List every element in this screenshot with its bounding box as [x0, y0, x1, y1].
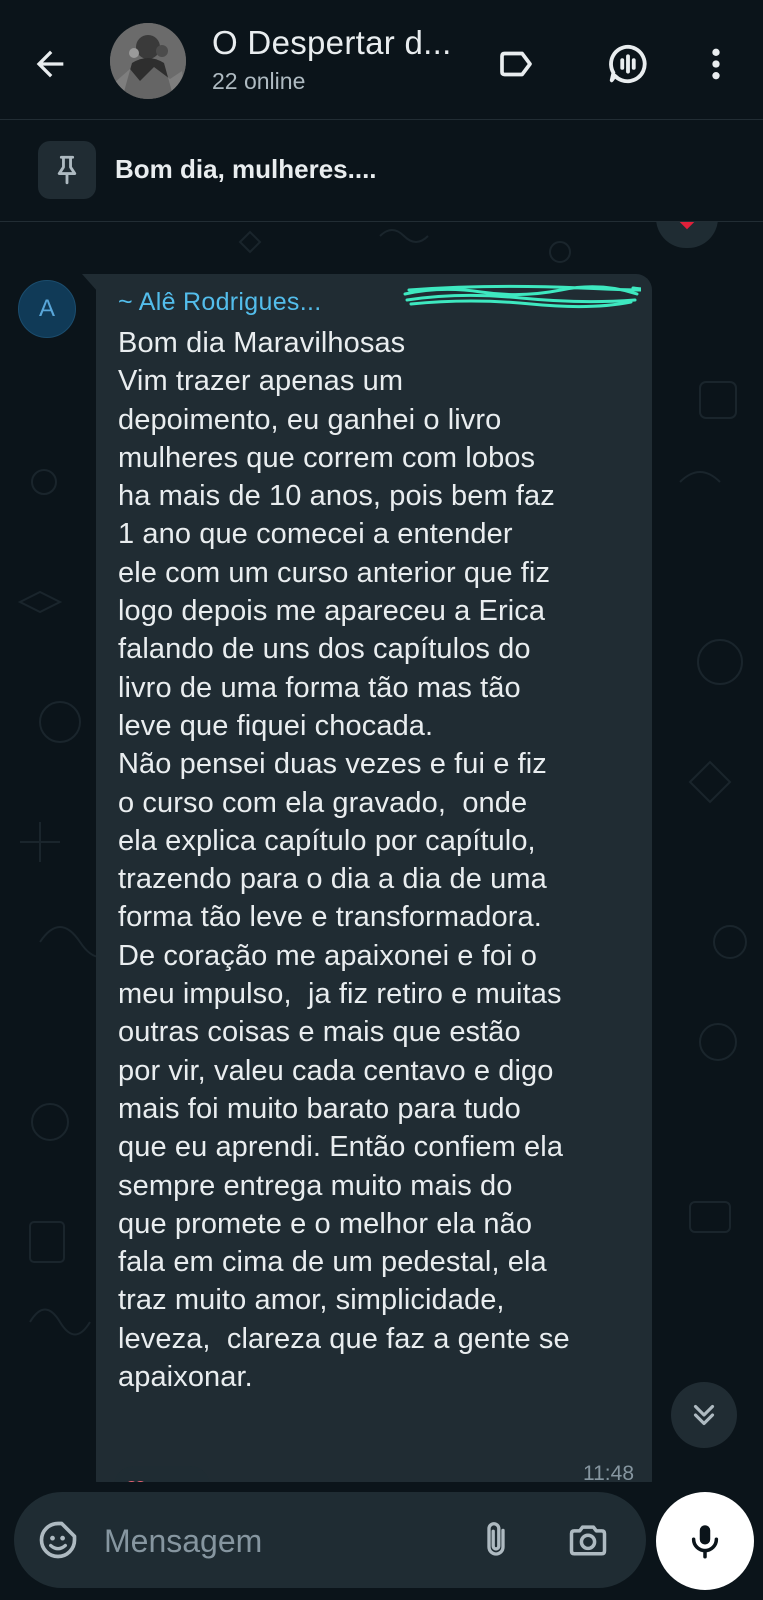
double-chevron-down-icon — [693, 1404, 715, 1426]
sticker-icon — [39, 1521, 77, 1559]
sender-row: ~ Alê Rodrigues... — [118, 288, 321, 317]
microphone-icon — [691, 1525, 719, 1559]
camera-icon — [569, 1525, 607, 1556]
message-input-bar — [14, 1492, 646, 1588]
sender-name[interactable]: ~ Alê Rodrigues... — [118, 288, 321, 317]
voice-message-button[interactable] — [656, 1492, 754, 1590]
sticker-emoji-button[interactable] — [32, 1514, 84, 1566]
chat-title-area[interactable]: O Despertar d... 22 online — [212, 22, 462, 96]
more-vertical-icon — [712, 48, 720, 80]
paperclip-icon — [487, 1522, 505, 1556]
voice-chat-icon — [609, 44, 647, 84]
message-text: Bom dia Maravilhosas Vim trazer apenas u… — [118, 327, 570, 1394]
sender-avatar[interactable]: A — [18, 280, 76, 338]
attach-button[interactable] — [470, 1514, 522, 1566]
message-time: 11:48 — [583, 1462, 634, 1482]
pinned-message-text: Bom dia, mulheres.... — [115, 154, 377, 184]
pin-icon — [57, 155, 77, 185]
message-input[interactable] — [102, 1512, 456, 1570]
chat-header: O Despertar d... 22 online — [0, 0, 763, 120]
online-count: 22 online — [212, 68, 306, 94]
label-button[interactable] — [488, 36, 544, 92]
pinned-message-bar[interactable]: Bom dia, mulheres.... — [0, 121, 763, 222]
heart-icon — [679, 222, 695, 230]
voice-chat-button[interactable] — [600, 36, 656, 92]
back-arrow-icon — [36, 50, 64, 78]
message-bubble[interactable]: ~ Alê Rodrigues... Bom dia Maravilhosas … — [96, 274, 652, 1482]
label-icon — [500, 51, 532, 77]
whatsapp-group-chat: O Despertar d... 22 online Bom dia, mulh… — [0, 0, 763, 1600]
group-title: O Despertar d... — [212, 24, 452, 61]
scroll-to-bottom-button[interactable] — [671, 1382, 737, 1448]
pin-icon-box — [38, 141, 96, 199]
more-options-button[interactable] — [688, 36, 744, 92]
back-button[interactable] — [24, 38, 76, 90]
camera-button[interactable] — [558, 1514, 618, 1566]
heart-icon — [128, 1481, 144, 1482]
message-list[interactable]: A ~ Alê Rodrigues... Bom dia Maravilhosa… — [0, 222, 763, 1482]
group-avatar[interactable] — [110, 23, 186, 99]
reaction-badge[interactable] — [114, 1466, 210, 1482]
redacted-phone-scribble — [403, 284, 641, 309]
